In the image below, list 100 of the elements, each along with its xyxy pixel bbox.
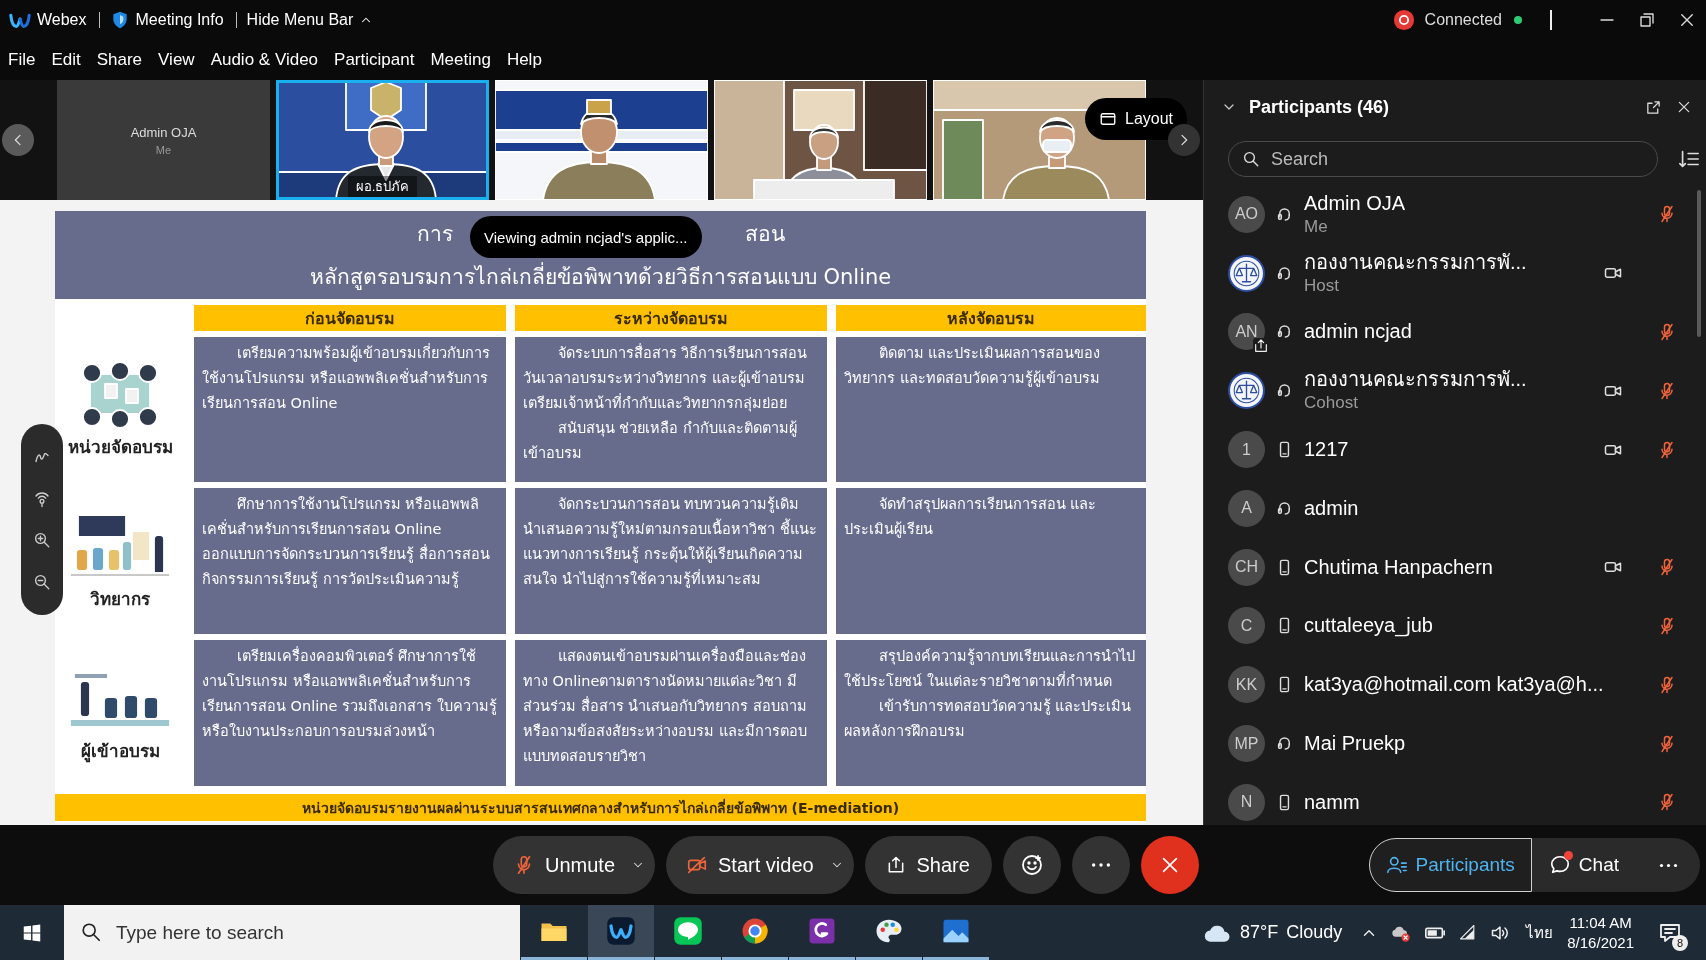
avatar: C xyxy=(1228,607,1265,645)
connection-status: Connected xyxy=(1424,11,1502,29)
close-icon[interactable] xyxy=(1676,99,1692,115)
zoom-in-icon[interactable] xyxy=(33,531,51,550)
participant-name: admin xyxy=(1304,495,1360,521)
layout-button[interactable]: Layout xyxy=(1085,98,1188,140)
menu-item[interactable]: Participant xyxy=(334,50,415,70)
close-icon[interactable] xyxy=(1678,11,1696,29)
people-icon xyxy=(1385,854,1408,876)
menu-item[interactable]: Edit xyxy=(51,50,81,70)
search-icon xyxy=(80,921,102,943)
row-label: ผู้เข้าอบรม xyxy=(80,739,160,764)
temperature: 87°F xyxy=(1240,922,1279,943)
panel-title: Participants (46) xyxy=(1249,96,1390,118)
notification-count: 8 xyxy=(1672,934,1688,951)
row-label: วิทยากร xyxy=(90,587,150,611)
menu-item[interactable]: Share xyxy=(96,50,143,70)
row-label: หน่วยจัดอบรม xyxy=(67,436,173,459)
cell-paragraph: แสดงตนเข้าอบรมผ่านเครื่องมือและช่องทาง Onlineตามตารางนัดหมายแต่ละวิชา มีส่วนร่วม สื่อสาร นำเสนอกับวิทยากร สอบถามหรือถามข้อสงสัยระหว่างอบรม และมีการตอบแบบทดสอบรายวิชา xyxy=(523,645,808,766)
restore-icon[interactable] xyxy=(1638,11,1656,29)
avatar xyxy=(1228,372,1265,410)
participant-name: Admin OJA xyxy=(130,124,197,140)
chat-app-icon xyxy=(673,916,703,946)
more-icon xyxy=(1090,862,1111,868)
cell-paragraph: เข้ารับการทดสอบวัดความรู้ และประเมินผลหลังการฝึกอบรม xyxy=(844,697,1133,741)
participant-name: namm xyxy=(1304,789,1361,815)
slide-title: การ xyxy=(416,221,453,248)
name-label: ผอ.ธปภัค xyxy=(347,176,418,197)
participant-name: admin ncjad xyxy=(1304,319,1413,345)
cell-paragraph: จัดระบบการสื่อสาร วิธีการเรียนการสอน วันเวลาอบรมระหว่างวิทยากร และผู้เข้าอบรม เตรียมเจ้าหน้าที่กำกับและวิทยากรกลุ่มย่อย xyxy=(523,342,809,414)
avatar: CH xyxy=(1228,548,1265,586)
cell-paragraph: สรุปองค์ความรู้จากบทเรียนและการนำไปใช้ประโยชน์ ในแต่ละรายวิชาตามที่กำหนด xyxy=(844,647,1136,691)
more-icon xyxy=(1658,862,1678,868)
participant-name: กองงานคณะกรรมการพั... xyxy=(1304,367,1528,393)
clock-date[interactable]: 8/16/2021 xyxy=(1567,932,1634,953)
weather-text: Cloudy xyxy=(1286,922,1343,943)
menu-item[interactable]: Audio & Video xyxy=(210,50,319,70)
share-button[interactable]: Share xyxy=(864,836,992,894)
unmute-button[interactable]: Unmute xyxy=(493,836,656,894)
participant-name: Admin OJA xyxy=(1304,190,1407,216)
participant-role: Cohost xyxy=(1304,392,1359,415)
participant-name: Mai Pruekp xyxy=(1304,731,1407,757)
search-field[interactable]: Search xyxy=(1228,141,1658,177)
browser-icon xyxy=(740,916,770,946)
avatar: AO xyxy=(1228,195,1265,233)
cell-paragraph: จัดทำสรุปผลการเรียนการสอน และประเมินผู้เรียน xyxy=(844,495,1098,540)
language-indicator[interactable]: ไทย xyxy=(1526,920,1554,945)
slide-title: สอน xyxy=(744,221,785,248)
participant-role: Host xyxy=(1304,274,1340,297)
search-field[interactable]: Type here to search xyxy=(64,905,520,960)
app-name: Webex xyxy=(37,11,87,29)
avatar: A xyxy=(1228,489,1265,527)
scrollbar[interactable] xyxy=(1697,190,1701,337)
avatar: 1 xyxy=(1228,431,1265,469)
share-notice: Viewing admin ncjad's applic... xyxy=(470,216,702,258)
zoom-out-icon[interactable] xyxy=(33,573,51,592)
participant-name: กองงานคณะกรรมการพั... xyxy=(1304,249,1528,275)
clock-time[interactable]: 11:04 AM xyxy=(1569,912,1632,933)
column-header: ก่อนจัดอบรม xyxy=(194,305,506,331)
document-icon xyxy=(807,916,837,946)
chat-icon xyxy=(1548,854,1571,876)
cell-paragraph: เตรียมเครื่องคอมพิวเตอร์ ศึกษาการใช้งานโปรแกรม หรือแอพพลิเคชั่นสำหรับการเรียนการสอน Online รวมถึงเอกสาร ใบความรู้หรือใบงานประกอบการอบรมล่วงหน้า xyxy=(202,645,498,741)
participant-name: Chutima Hanpachern xyxy=(1304,554,1494,580)
sort-icon[interactable] xyxy=(1678,148,1700,170)
avatar: MP xyxy=(1228,725,1265,763)
popout-icon[interactable] xyxy=(1645,98,1662,116)
cell-paragraph: สนับสนุน ช่วยเหลือ กำกับและติดตามผู้เข้าอบรม xyxy=(523,419,798,463)
menu-item[interactable]: View xyxy=(158,50,195,70)
menu-item[interactable]: File xyxy=(8,50,36,70)
leave-button[interactable] xyxy=(1140,836,1199,894)
broadcast-icon[interactable] xyxy=(33,489,51,508)
start-video-button[interactable]: Start video xyxy=(666,836,854,894)
smiley-icon xyxy=(1019,853,1044,877)
cell-paragraph: จัดกระบวนการสอน ทบทวนความรู้เดิม นำเสนอความรู้ใหม่ตามกรอบเนื้อหาวิชา ชี้แนะแนวทางการเรียนรู้ กระตุ้นให้ผู้เรียนเกิดความสนใจ นำไปสู่การใช้ความรู้ที่เหมาะสม xyxy=(523,495,818,590)
avatar xyxy=(1228,254,1265,292)
avatar: KK xyxy=(1228,666,1265,704)
hide-menu-bar-button[interactable]: Hide Menu Bar xyxy=(246,11,374,29)
video-tile[interactable]: Admin OJA Me xyxy=(57,80,270,200)
cell-paragraph: เตรียมความพร้อมผู้เข้าอบรมเกี่ยวกับการใช้งานโปรแกรม หรือแอพพลิเคชั่นสำหรับการเรียนการสอน Online xyxy=(202,342,491,413)
avatar: N xyxy=(1228,783,1265,821)
slide-footer: หน่วยจัดอบรมรายงานผลผ่านระบบสารสนเทศกลางสำหรับการไกล่เกลี่ยข้อพิพาท (E-mediation) xyxy=(55,794,1146,821)
meeting-info-button[interactable]: Meeting Info xyxy=(109,10,224,30)
column-header: หลังจัดอบรม xyxy=(836,305,1146,331)
participant-name: cuttaleeya_jub xyxy=(1304,613,1434,639)
cell-paragraph: ติดตาม และประเมินผลการสอนของวิทยากร และทดสอบวัดความรู้ผู้เข้าอบรม xyxy=(844,344,1102,389)
participant-role: Me xyxy=(1304,215,1329,238)
cell-paragraph: ศึกษาการใช้งานโปรแกรม หรือแอพพลิเคชั่นสำหรับการเรียนการสอน Online ออกแบบการจัดกระบวนการเรียนรู้ สื่อการสอน กิจกรรมการเรียนรู้ การวัดประเมินความรู้ xyxy=(202,495,491,590)
webex-icon xyxy=(606,916,636,946)
record-icon xyxy=(1392,9,1415,31)
menu-item[interactable]: Meeting xyxy=(430,50,491,70)
menu-item[interactable]: Help xyxy=(506,50,542,70)
participant-name: 1217 xyxy=(1304,437,1350,463)
slide-subtitle: หลักสูตรอบรมการไกล่เกลี่ยข้อพิพาทด้วยวิธีการสอนแบบ Online xyxy=(309,260,892,293)
taskbar-app[interactable] xyxy=(588,905,654,960)
column-header: ระหว่างจัดอบรม xyxy=(515,305,827,331)
previous-button[interactable] xyxy=(2,124,34,156)
layout-icon xyxy=(1099,110,1117,128)
participants-button[interactable]: Participants xyxy=(1368,838,1532,892)
chat-button[interactable]: Chat xyxy=(1531,838,1636,892)
search-icon xyxy=(1242,150,1260,168)
